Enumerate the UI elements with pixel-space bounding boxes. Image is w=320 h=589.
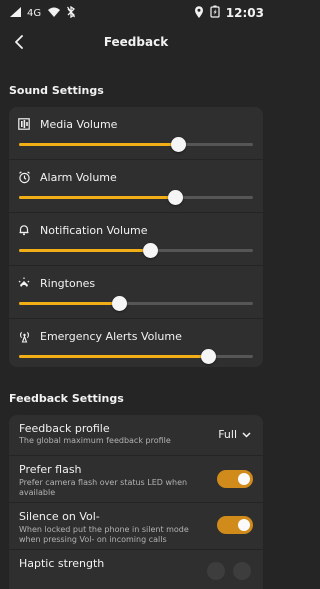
prefer-flash-subtitle: Prefer camera flash over status LED when… [19, 478, 188, 497]
haptic-strength-row: Haptic strength [9, 550, 263, 589]
haptic-strength-decrease-button[interactable] [207, 562, 225, 580]
status-bar: 4G 12:03 [0, 0, 272, 26]
feedback-profile-title: Feedback profile [19, 422, 110, 435]
prefer-flash-toggle[interactable] [217, 470, 253, 488]
feedback-settings-card: Feedback profile The global maximum feed… [9, 415, 263, 589]
ringtones-label: Ringtones [40, 277, 96, 290]
alarm-volume-label: Alarm Volume [40, 171, 117, 184]
feedback-profile-value: Full [218, 428, 237, 441]
broadcast-icon [17, 329, 31, 343]
clock: 12:03 [225, 6, 264, 20]
emergency-alerts-volume-row: Emergency Alerts Volume [9, 319, 263, 367]
bell-icon [17, 223, 31, 237]
battery-icon [210, 5, 220, 21]
silence-on-vol-toggle[interactable] [217, 516, 253, 534]
media-volume-slider[interactable] [19, 136, 253, 152]
emergency-alerts-volume-label: Emergency Alerts Volume [40, 330, 182, 343]
silence-on-vol-title: Silence on Vol- [19, 510, 100, 523]
prefer-flash-title: Prefer flash [19, 463, 82, 476]
haptic-strength-increase-button[interactable] [233, 562, 251, 580]
alarm-icon [17, 170, 31, 184]
feedback-settings-title: Feedback Settings [9, 392, 124, 405]
bluetooth-icon [67, 5, 76, 21]
emergency-alerts-volume-knob[interactable] [201, 348, 217, 364]
media-volume-label: Media Volume [40, 118, 118, 131]
sound-settings-card: Media Volume Alarm Volume Notification V… [9, 107, 263, 367]
notification-volume-row: Notification Volume [9, 213, 263, 266]
ringtones-slider[interactable] [19, 295, 253, 311]
network-type: 4G [27, 7, 42, 19]
alarm-volume-knob[interactable] [168, 189, 184, 205]
status-right: 12:03 [194, 5, 264, 21]
feedback-profile-subtitle: The global maximum feedback profile [19, 436, 171, 445]
media-volume-row: Media Volume [9, 107, 263, 160]
status-left: 4G [10, 5, 76, 21]
wifi-icon [47, 7, 61, 20]
media-volume-knob[interactable] [170, 136, 186, 152]
notification-volume-slider[interactable] [19, 242, 253, 258]
music-icon [17, 117, 31, 131]
phone-ring-icon [17, 276, 31, 290]
sound-settings-title: Sound Settings [9, 84, 104, 97]
top-app-bar: Feedback [0, 26, 272, 58]
feedback-profile-row[interactable]: Feedback profile The global maximum feed… [9, 415, 263, 456]
silence-on-vol-subtitle: When locked put the phone in silent mode… [19, 525, 189, 544]
signal-icon [10, 6, 21, 20]
ringtones-knob[interactable] [112, 295, 128, 311]
alarm-volume-slider[interactable] [19, 189, 253, 205]
chevron-down-icon [242, 428, 251, 441]
ringtones-row: Ringtones [9, 266, 263, 319]
feedback-profile-dropdown[interactable]: Full [218, 428, 251, 441]
emergency-alerts-volume-slider[interactable] [19, 348, 253, 364]
prefer-flash-row: Prefer flash Prefer camera flash over st… [9, 456, 263, 503]
notification-volume-knob[interactable] [142, 242, 158, 258]
notification-volume-label: Notification Volume [40, 224, 148, 237]
page-title: Feedback [103, 35, 169, 49]
silence-on-vol-row: Silence on Vol- When locked put the phon… [9, 503, 263, 550]
alarm-volume-row: Alarm Volume [9, 160, 263, 213]
location-icon [194, 5, 204, 21]
haptic-strength-title: Haptic strength [19, 557, 105, 570]
